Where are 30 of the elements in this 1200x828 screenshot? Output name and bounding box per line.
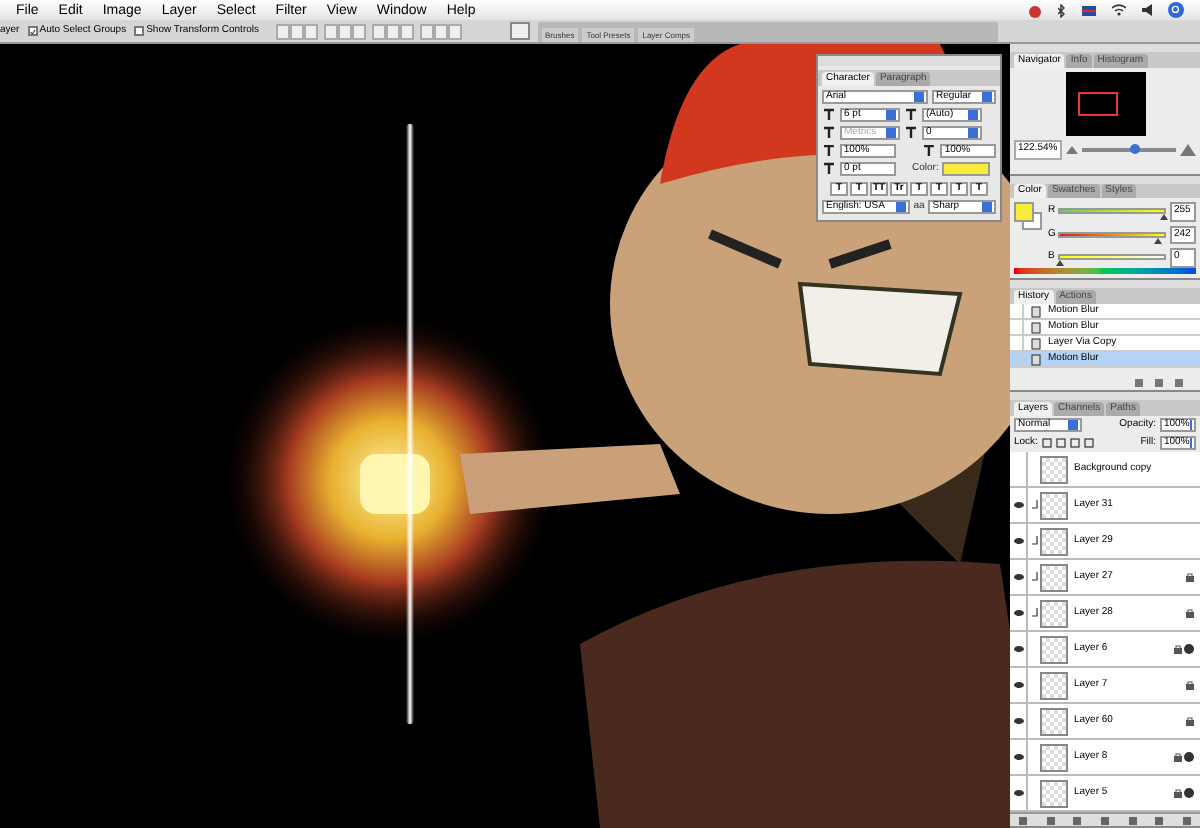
bluetooth-icon [1058,3,1066,17]
zoom-slider[interactable] [1081,147,1176,152]
layer-thumbnail [1040,491,1068,519]
search-icon [1168,2,1184,18]
layer-thumbnail [1040,779,1068,807]
layer-thumbnail [1040,599,1068,627]
slider-thumb[interactable] [1154,237,1163,244]
color-slider[interactable] [1058,208,1166,215]
view-box [1077,92,1117,116]
layer-thumbnail [1040,527,1068,555]
layer-thumbnail [1040,563,1068,591]
layer-thumbnail [1040,455,1068,483]
layer-thumbnail [1040,743,1068,771]
zoom-in-icon [1180,143,1196,156]
checkbox[interactable] [134,26,145,36]
zoom-out-icon [1065,144,1078,155]
color-swatches-icon [1014,202,1042,230]
slider-thumb[interactable] [1129,143,1140,154]
wifi-icon [1112,4,1126,16]
color-swatch[interactable] [942,162,991,177]
checkmark-icon [29,27,36,35]
layer-thumbnail [1040,707,1068,735]
color-spectrum[interactable] [1014,267,1196,274]
palette-well-button[interactable] [509,22,530,40]
layer-thumbnail [1040,671,1068,699]
color-slider[interactable] [1058,231,1166,238]
layer-thumbnail [1040,635,1068,663]
volume-icon [1142,4,1152,16]
flag-icon [1082,5,1096,15]
checkbox[interactable] [27,26,38,36]
